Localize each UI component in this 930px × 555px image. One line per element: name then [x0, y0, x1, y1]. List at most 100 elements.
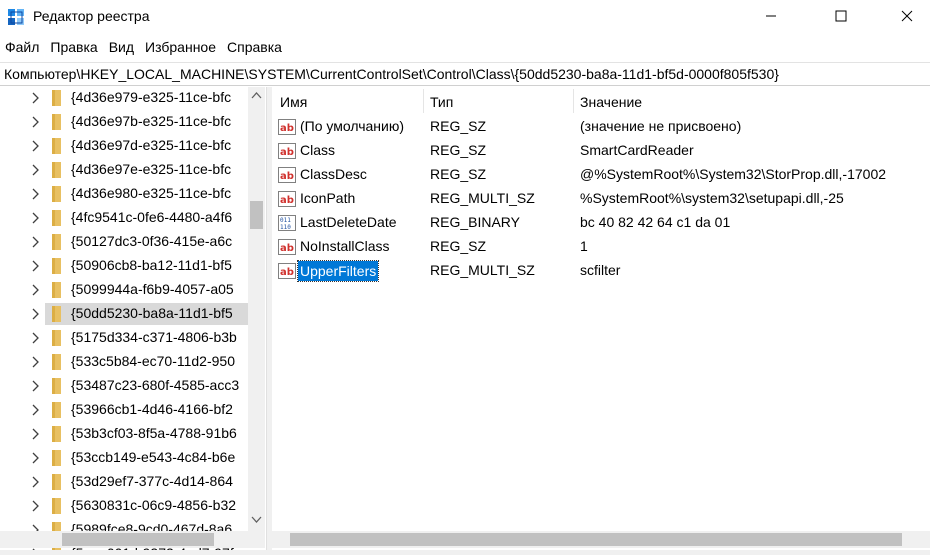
chevron-right-icon[interactable]	[30, 139, 42, 153]
tree-item[interactable]: {4fc9541c-0fe6-4480-a4f6	[0, 206, 248, 230]
chevron-right-icon[interactable]	[30, 259, 42, 273]
value-data: SmartCardReader	[580, 142, 694, 158]
svg-text:ab: ab	[280, 267, 294, 278]
tree-item[interactable]: {4d36e97d-e325-11ce-bfc	[0, 134, 248, 158]
chevron-right-icon[interactable]	[30, 379, 42, 393]
value-type: REG_MULTI_SZ	[430, 262, 535, 278]
tree-item-label: {50906cb8-ba12-11d1-bf5	[71, 257, 232, 273]
folder-icon	[52, 402, 61, 418]
tree-item[interactable]: {53487c23-680f-4585-acc3	[0, 374, 248, 398]
tree-item[interactable]: {53d29ef7-377c-4d14-864	[0, 470, 248, 494]
close-button[interactable]	[884, 0, 930, 32]
column-header-value[interactable]: Значение	[580, 94, 642, 110]
tree-item-label: {4d36e97b-e325-11ce-bfc	[71, 113, 232, 129]
chevron-right-icon[interactable]	[30, 403, 42, 417]
value-row[interactable]: ab ClassDesc REG_SZ @%SystemRoot%\System32\…	[272, 163, 930, 187]
string-value-icon: ab	[278, 119, 296, 135]
value-name: ClassDesc	[300, 166, 367, 182]
tree-item[interactable]: {533c5b84-ec70-11d2-950	[0, 350, 248, 374]
value-type: REG_SZ	[430, 142, 487, 158]
window-bottom-edge	[0, 550, 930, 555]
menu-view[interactable]: Вид	[104, 36, 140, 58]
tree-item[interactable]: {50906cb8-ba12-11d1-bf5	[0, 254, 248, 278]
tree-item[interactable]: {4d36e980-e325-11ce-bfc	[0, 182, 248, 206]
chevron-right-icon[interactable]	[30, 427, 42, 441]
chevron-right-icon[interactable]	[30, 115, 42, 129]
folder-icon	[52, 90, 61, 106]
tree-item[interactable]: {53966cb1-4d46-4166-bf2	[0, 398, 248, 422]
tree-vertical-scroll-thumb[interactable]	[250, 201, 263, 229]
address-path[interactable]: Компьютер\HKEY_LOCAL_MACHINE\SYSTEM\Curr…	[4, 66, 779, 82]
tree-item-label: {53487c23-680f-4585-acc3	[71, 377, 240, 393]
menu-favorites[interactable]: Избранное	[140, 36, 222, 58]
tree-item[interactable]: {5630831c-06c9-4856-b32	[0, 494, 248, 518]
column-header-type[interactable]: Тип	[430, 94, 453, 110]
registry-editor-icon	[8, 9, 24, 25]
svg-text:ab: ab	[280, 171, 294, 182]
chevron-right-icon[interactable]	[30, 355, 42, 369]
value-row[interactable]: ab IconPath REG_MULTI_SZ %SystemRoot%\syste…	[272, 187, 930, 211]
tree-item[interactable]: {5175d334-c371-4806-b3b	[0, 326, 248, 350]
value-data: %SystemRoot%\system32\setupapi.dll,-25	[580, 190, 844, 206]
window-title: Редактор реестра	[33, 8, 150, 24]
folder-icon	[52, 138, 61, 154]
chevron-right-icon[interactable]	[30, 163, 42, 177]
menu-edit[interactable]: Правка	[45, 36, 103, 58]
scroll-down-icon[interactable]	[248, 511, 265, 528]
column-divider[interactable]	[573, 89, 574, 113]
value-row[interactable]: ab (По умолчанию) REG_SZ (значение не присв…	[272, 115, 930, 139]
menu-help[interactable]: Справка	[222, 36, 288, 58]
scrollbar-corner	[248, 531, 265, 548]
column-divider[interactable]	[423, 89, 424, 113]
svg-text:110: 110	[280, 224, 291, 231]
chevron-right-icon[interactable]	[30, 307, 42, 321]
chevron-right-icon[interactable]	[30, 499, 42, 513]
tree-horizontal-scroll-thumb[interactable]	[62, 533, 214, 546]
chevron-right-icon[interactable]	[30, 91, 42, 105]
value-row[interactable]: ab NoInstallClass REG_SZ 1	[272, 235, 930, 259]
tree-item[interactable]: {4d36e97e-e325-11ce-bfc	[0, 158, 248, 182]
value-name: Class	[300, 142, 336, 158]
value-name: IconPath	[300, 190, 356, 206]
list-header: Имя Тип Значение	[272, 87, 930, 113]
maximize-button[interactable]	[818, 0, 864, 32]
value-row[interactable]: 011 110 LastDeleteDate REG_BINARY bc 40 82 4…	[272, 211, 930, 235]
tree-item[interactable]: {50127dc3-0f36-415e-a6c	[0, 230, 248, 254]
chevron-right-icon[interactable]	[30, 235, 42, 249]
tree-item[interactable]: {5099944a-f6b9-4057-a05	[0, 278, 248, 302]
tree-item-label: {53d29ef7-377c-4d14-864	[71, 473, 233, 489]
folder-icon	[52, 258, 61, 274]
chevron-right-icon[interactable]	[30, 475, 42, 489]
chevron-right-icon[interactable]	[30, 211, 42, 225]
tree-item-label: {53966cb1-4d46-4166-bf2	[71, 401, 233, 417]
folder-icon	[52, 210, 61, 226]
value-row[interactable]: ab Class REG_SZ SmartCardReader	[272, 139, 930, 163]
chevron-right-icon[interactable]	[30, 451, 42, 465]
value-name: UpperFilters	[296, 260, 380, 282]
tree-vertical-scrollbar[interactable]	[248, 87, 265, 531]
tree-item[interactable]: {4d36e97b-e325-11ce-bfc	[0, 110, 248, 134]
value-type: REG_SZ	[430, 166, 487, 182]
tree-item[interactable]: {50dd5230-ba8a-11d1-bf5	[0, 302, 248, 326]
folder-icon	[52, 306, 61, 322]
tree-item[interactable]: {4d36e979-e325-11ce-bfc	[0, 87, 248, 110]
list-horizontal-scroll-thumb[interactable]	[290, 533, 902, 546]
tree-item-label: {533c5b84-ec70-11d2-950	[71, 353, 235, 369]
menu-file[interactable]: Файл	[0, 36, 45, 58]
chevron-right-icon[interactable]	[30, 187, 42, 201]
scroll-up-icon[interactable]	[248, 87, 265, 104]
minimize-button[interactable]	[748, 0, 794, 32]
value-type: REG_MULTI_SZ	[430, 190, 535, 206]
values-list: Имя Тип Значение ab (По умолчанию) REG_SZ (…	[272, 87, 930, 551]
string-value-icon: ab	[278, 167, 296, 183]
folder-icon	[52, 162, 61, 178]
folder-icon	[52, 234, 61, 250]
value-data: @%SystemRoot%\System32\StorProp.dll,-170…	[580, 166, 887, 182]
tree-item[interactable]: {53b3cf03-8f5a-4788-91b6	[0, 422, 248, 446]
column-header-name[interactable]: Имя	[280, 94, 307, 110]
value-row[interactable]: ab UpperFilters REG_MULTI_SZ scfilter	[272, 259, 930, 283]
address-bar[interactable]: Компьютер\HKEY_LOCAL_MACHINE\SYSTEM\Curr…	[0, 62, 930, 86]
chevron-right-icon[interactable]	[30, 283, 42, 297]
chevron-right-icon[interactable]	[30, 331, 42, 345]
tree-item[interactable]: {53ccb149-e543-4c84-b6e	[0, 446, 248, 470]
